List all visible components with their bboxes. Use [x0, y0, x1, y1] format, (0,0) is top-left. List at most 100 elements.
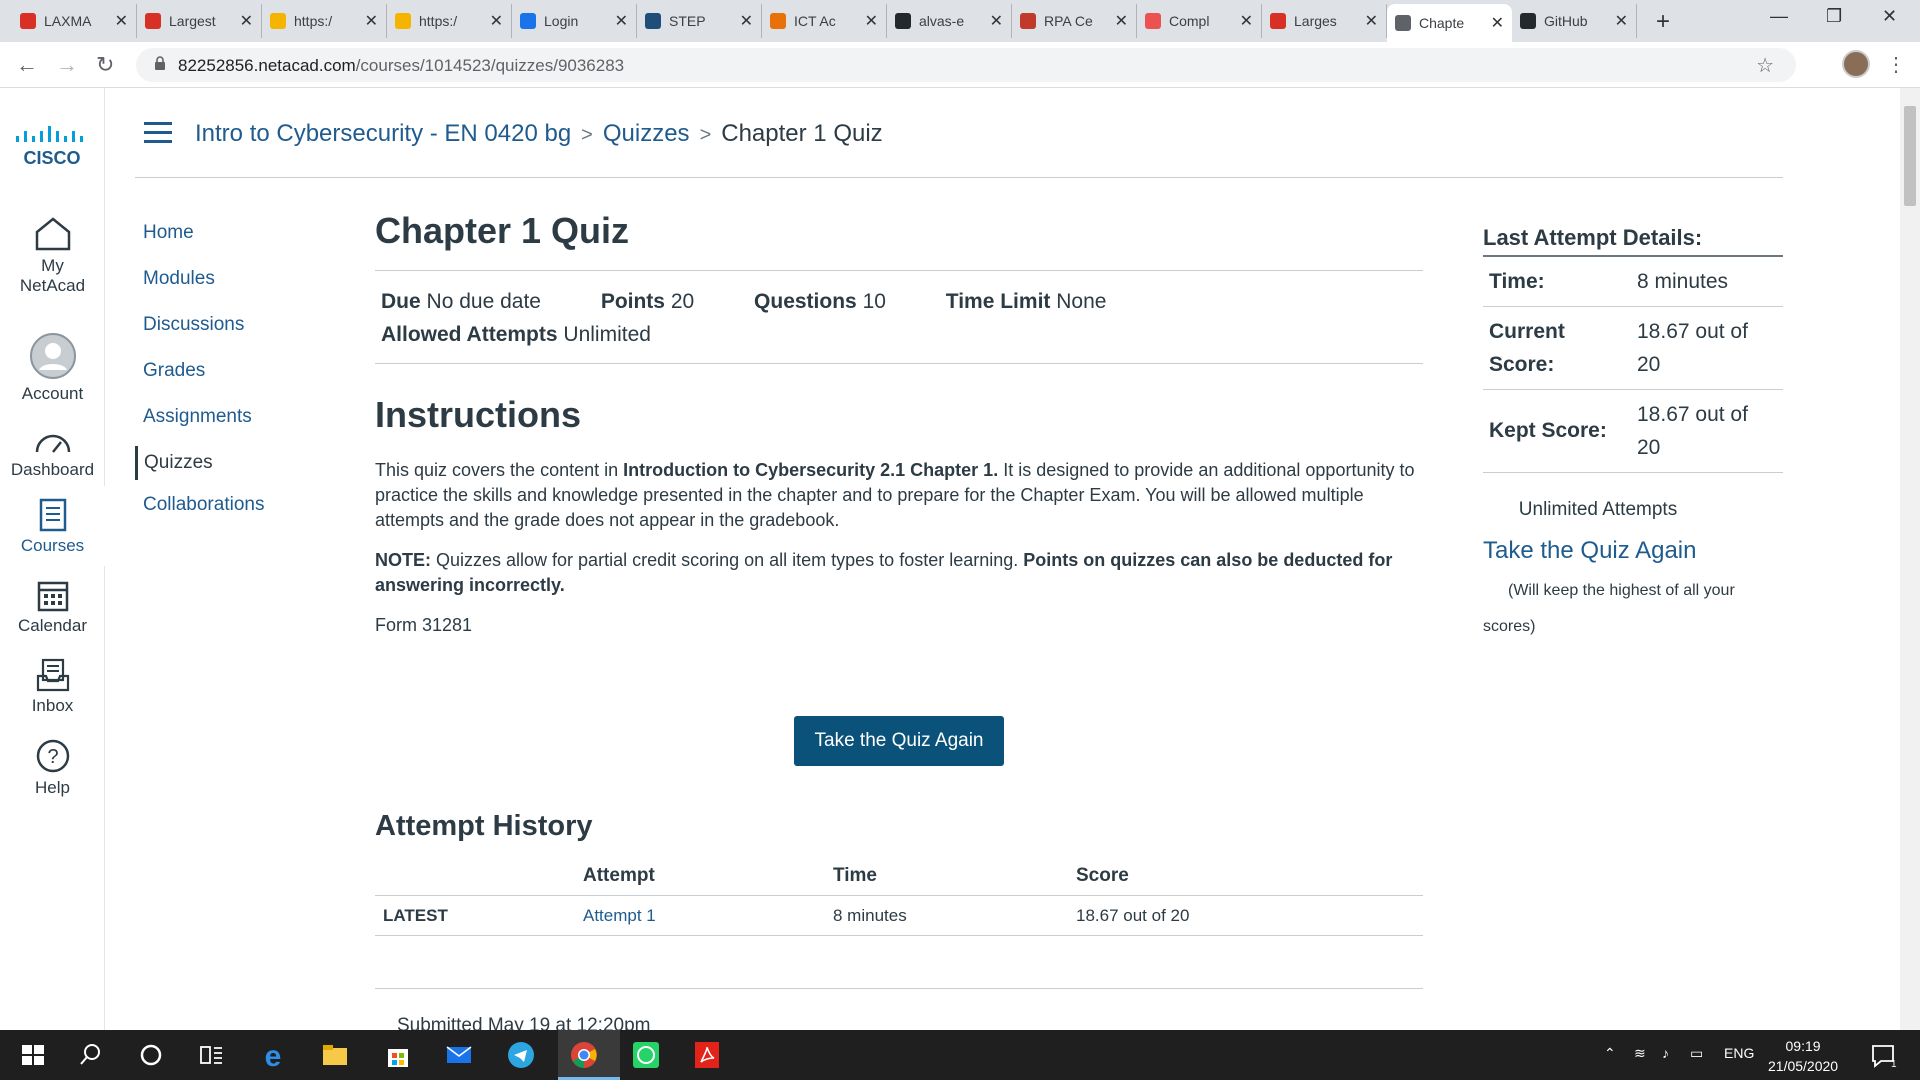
globe-icon [1395, 15, 1411, 31]
course-nav-discussions[interactable]: Discussions [135, 312, 264, 358]
whatsapp-icon[interactable] [631, 1040, 661, 1070]
dashboard-gauge-icon [35, 434, 70, 453]
close-window-button[interactable]: ✕ [1882, 6, 1897, 27]
browser-tab[interactable]: https:/ ✕ [262, 4, 387, 38]
sidebar-time-row: Time: 8 minutes [1483, 257, 1783, 307]
task-view-icon[interactable] [196, 1040, 226, 1070]
course-nav-collaborations[interactable]: Collaborations [135, 492, 264, 538]
store-icon[interactable] [383, 1040, 413, 1070]
url-field[interactable]: 82252856.netacad.com/courses/1014523/qui… [136, 48, 1796, 82]
notifications-icon[interactable]: 1 [1868, 1040, 1898, 1070]
breadcrumb-quizzes-link[interactable]: Quizzes [603, 120, 690, 147]
browser-tab[interactable]: STEP ✕ [637, 4, 762, 38]
global-nav-account[interactable]: Account [0, 332, 105, 404]
main-content: Chapter 1 Quiz Due No due date Points 20… [375, 210, 1423, 1037]
tab-close-icon[interactable]: ✕ [865, 11, 878, 31]
sidebar-kept-score-row: Kept Score: 18.67 out of 20 [1483, 390, 1783, 473]
attempt-history-table: Attempt Time Score LATEST Attempt 1 8 mi… [375, 857, 1423, 936]
global-nav-help[interactable]: ? Help [0, 738, 105, 798]
new-tab-button[interactable]: + [1656, 8, 1670, 36]
github-icon [895, 13, 911, 29]
bookmark-star-icon[interactable]: ☆ [1756, 53, 1774, 78]
breadcrumb-separator: > [581, 124, 593, 146]
language-indicator[interactable]: ENG [1724, 1045, 1754, 1061]
course-nav-assignments[interactable]: Assignments [135, 404, 264, 450]
tab-close-icon[interactable]: ✕ [1615, 11, 1628, 31]
ict-icon [770, 13, 786, 29]
volume-icon[interactable]: ♪ [1662, 1045, 1669, 1061]
tab-close-icon[interactable]: ✕ [365, 11, 378, 31]
browser-tab[interactable]: ICT Ac ✕ [762, 4, 887, 38]
scrollbar-thumb[interactable] [1904, 106, 1916, 206]
browser-tab[interactable]: Compl ✕ [1137, 4, 1262, 38]
unlimited-attempts-text: Unlimited Attempts [1518, 499, 1678, 520]
tab-label: STEP [669, 13, 706, 29]
tray-chevron-icon[interactable]: ⌃ [1604, 1045, 1616, 1062]
wifi-icon[interactable]: ≋ [1634, 1045, 1646, 1062]
browser-tab[interactable]: Larges ✕ [1262, 4, 1387, 38]
course-menu-toggle-icon[interactable] [144, 122, 172, 144]
account-avatar-icon [29, 333, 76, 379]
cortana-icon[interactable] [136, 1040, 166, 1070]
browser-tab[interactable]: alvas-e ✕ [887, 4, 1012, 38]
take-quiz-again-link[interactable]: Take the Quiz Again [1483, 537, 1783, 565]
tab-label: Login [544, 13, 579, 29]
tab-label: https:/ [294, 13, 333, 29]
global-nav-my-netacad[interactable]: My NetAcad [0, 216, 105, 296]
mail-icon[interactable] [444, 1040, 474, 1070]
page-scrollbar[interactable] [1900, 88, 1920, 1030]
course-nav-home[interactable]: Home [135, 220, 264, 266]
global-nav-inbox[interactable]: Inbox [0, 658, 105, 716]
acrobat-icon[interactable] [692, 1040, 722, 1070]
battery-icon[interactable]: ▭ [1690, 1045, 1703, 1062]
browser-tab[interactable]: Login ✕ [512, 4, 637, 38]
forward-button[interactable]: → [56, 52, 78, 78]
browser-tab[interactable]: Largest ✕ [137, 4, 262, 38]
browser-tab[interactable]: LAXMA ✕ [12, 4, 137, 38]
windows-start-icon[interactable] [18, 1040, 48, 1070]
file-explorer-icon[interactable] [320, 1040, 350, 1070]
tab-label: Larges [1294, 13, 1337, 29]
take-quiz-again-button[interactable]: Take the Quiz Again [794, 716, 1004, 766]
tab-close-icon[interactable]: ✕ [1115, 11, 1128, 31]
instructions-text: This quiz covers the content in Introduc… [375, 460, 1415, 530]
restore-button[interactable]: ❐ [1826, 6, 1842, 27]
chrome-icon[interactable] [569, 1040, 599, 1070]
tab-close-icon[interactable]: ✕ [990, 11, 1003, 31]
tab-close-icon[interactable]: ✕ [115, 11, 128, 31]
reload-button[interactable]: ↻ [96, 52, 114, 78]
edge-icon[interactable]: e [258, 1040, 288, 1070]
browser-tab[interactable]: GitHub ✕ [1512, 4, 1637, 38]
profile-avatar[interactable] [1842, 50, 1870, 78]
browser-tab-bar: LAXMA ✕ Largest ✕ https:/✕ https:/✕ Login ✕ STEP… [0, 0, 1920, 42]
browser-tab[interactable]: RPA Ce ✕ [1012, 4, 1137, 38]
course-nav-quizzes[interactable]: Quizzes [135, 446, 264, 480]
global-nav-dashboard[interactable]: Dashboard [0, 428, 105, 480]
tab-close-icon[interactable]: ✕ [490, 11, 503, 31]
tab-close-icon[interactable]: ✕ [740, 11, 753, 31]
attempt-link[interactable]: Attempt 1 [583, 906, 656, 925]
taskbar-clock[interactable]: 09:19 21/05/2020 [1768, 1036, 1838, 1076]
quiz-form-number: Form 31281 [375, 615, 473, 635]
telegram-icon[interactable] [506, 1040, 536, 1070]
back-button[interactable]: ← [16, 52, 38, 78]
attempt-score: 18.67 out of 20 [1068, 895, 1423, 936]
tab-close-icon[interactable]: ✕ [240, 11, 253, 31]
tab-close-icon[interactable]: ✕ [1365, 11, 1378, 31]
browser-menu-icon[interactable]: ⋮ [1886, 52, 1906, 77]
column-header: Attempt [575, 857, 825, 896]
browser-tab[interactable]: Chapte ✕ [1387, 4, 1512, 42]
global-nav-courses[interactable]: Courses [0, 498, 105, 556]
tab-close-icon[interactable]: ✕ [615, 11, 628, 31]
minimize-button[interactable]: — [1770, 6, 1788, 27]
course-nav-grades[interactable]: Grades [135, 358, 264, 404]
course-nav-modules[interactable]: Modules [135, 266, 264, 312]
global-nav-calendar[interactable]: Calendar [0, 578, 105, 636]
tab-close-icon[interactable]: ✕ [1491, 13, 1504, 33]
breadcrumb-course-link[interactable]: Intro to Cybersecurity - EN 0420 bg [195, 120, 571, 147]
search-icon[interactable] [76, 1040, 106, 1070]
cisco-logo[interactable]: CISCO [14, 122, 92, 168]
browser-tab[interactable]: https:/ ✕ [387, 4, 512, 38]
tab-close-icon[interactable]: ✕ [1240, 11, 1253, 31]
breadcrumb-separator: > [699, 124, 712, 146]
